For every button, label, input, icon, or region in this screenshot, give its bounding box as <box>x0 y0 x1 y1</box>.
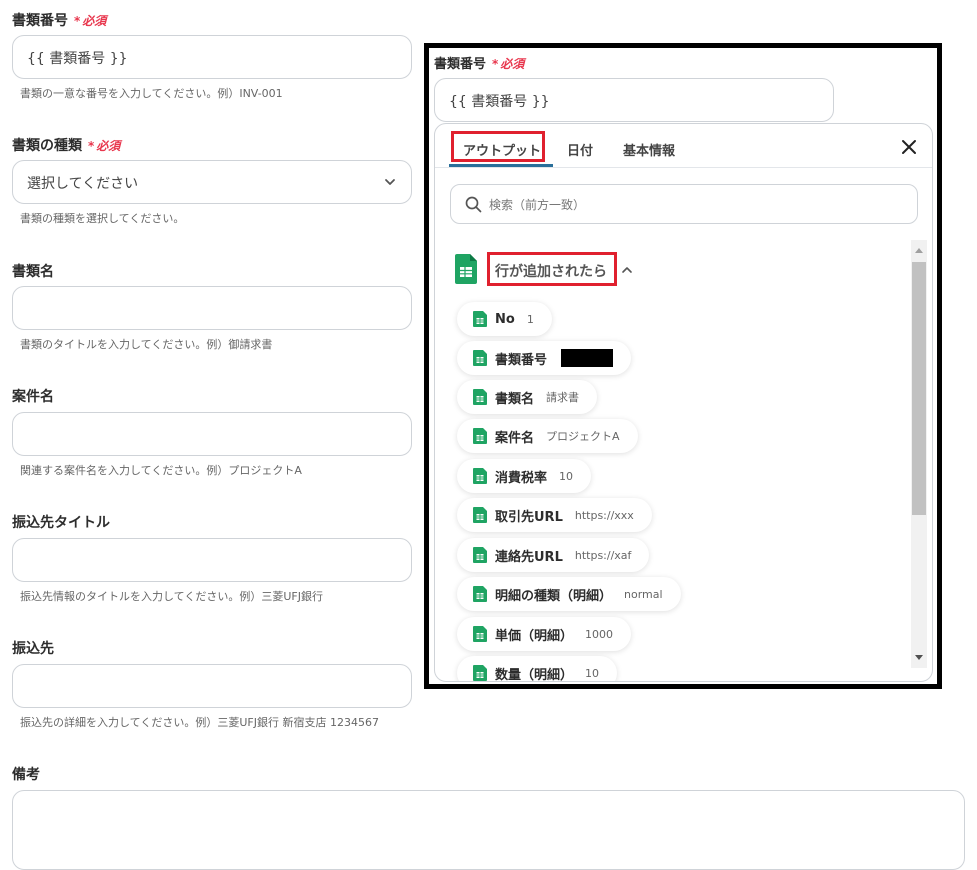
tabs-divider <box>435 167 932 168</box>
label-text: 書類番号 <box>12 13 68 29</box>
output-item-chip[interactable]: 取引先URL https://xxx <box>457 498 652 532</box>
scroll-down-arrow-icon[interactable] <box>914 654 924 662</box>
remarks-textarea[interactable] <box>12 790 965 870</box>
transfer-title-help: 振込先情報のタイトルを入力してください。例）三菱UFJ銀行 <box>20 590 323 603</box>
search-icon <box>465 196 482 213</box>
trigger-toggle[interactable]: 行が追加されたら <box>495 261 607 281</box>
case-name-input[interactable] <box>12 412 412 456</box>
field-label-doc-type: 書類の種類 * 必須 <box>12 135 120 155</box>
item-key: 連絡先URL <box>495 549 563 565</box>
variable-picker-callout: 書類番号 * 必須 {{ 書類番号 }} アウトプット 日付 基本情報 検索（前方一… <box>424 43 942 689</box>
select-value: 選択してください <box>27 176 139 192</box>
item-value: normal <box>624 587 663 601</box>
output-item-chip[interactable]: 単価（明細） 1000 <box>457 617 632 651</box>
sheets-row-icon <box>473 507 487 523</box>
item-value: 1000 <box>585 627 614 641</box>
doc-name-input[interactable] <box>12 286 412 330</box>
output-item-chip[interactable]: No 1 <box>457 302 552 336</box>
item-value: https://xaf <box>574 548 632 562</box>
sheets-row-icon <box>473 311 487 327</box>
sheets-row-icon <box>473 547 487 563</box>
chevron-down-icon <box>385 179 395 185</box>
google-sheets-icon <box>455 254 477 284</box>
item-value: 1 <box>526 312 534 326</box>
close-icon[interactable] <box>900 138 918 156</box>
transfer-dest-input[interactable] <box>12 664 412 708</box>
item-value: 請求書 <box>546 391 580 404</box>
doc-type-select[interactable]: 選択してください <box>12 160 412 204</box>
sheets-row-icon <box>473 389 487 405</box>
item-key: No <box>495 311 515 327</box>
field-label-case-name: 案件名 <box>12 389 54 405</box>
transfer-dest-help: 振込先の詳細を入力してください。例）三菱UFJ銀行 新宿支店 1234567 <box>20 716 379 729</box>
sheets-row-icon <box>473 468 487 484</box>
item-key: 数量（明細） <box>495 667 574 682</box>
chevron-up-icon[interactable] <box>621 264 633 276</box>
tab-basic-info[interactable]: 基本情報 <box>623 140 675 159</box>
tab-date[interactable]: 日付 <box>567 140 593 159</box>
output-item-chip[interactable]: 消費税率 10 <box>457 459 592 493</box>
item-key: 消費税率 <box>495 470 548 486</box>
item-value: プロジェクトA <box>546 430 620 443</box>
search-placeholder: 検索（前方一致） <box>489 198 586 212</box>
item-key: 書類番号 <box>495 352 548 368</box>
doc-number-input[interactable]: {{ 書類番号 }} <box>12 35 412 79</box>
output-item-chip[interactable]: 明細の種類（明細） normal <box>457 577 681 611</box>
item-key: 単価（明細） <box>495 628 574 644</box>
scrollbar-thumb[interactable] <box>912 262 926 515</box>
panel-doc-number-input[interactable]: {{ 書類番号 }} <box>434 78 834 122</box>
item-value: 10 <box>585 666 600 680</box>
required-badge: * 必須 <box>492 57 525 71</box>
item-value: https://xxx <box>574 508 634 522</box>
sheets-row-icon <box>473 665 487 681</box>
search-input[interactable]: 検索（前方一致） <box>450 184 918 224</box>
field-label-doc-number: 書類番号 * 必須 <box>12 10 106 30</box>
sheets-row-icon <box>473 626 487 642</box>
doc-number-help: 書類の一意な番号を入力してください。例）INV-001 <box>20 87 283 100</box>
tab-output[interactable]: アウトプット <box>463 140 541 159</box>
item-key: 書類名 <box>495 391 535 407</box>
transfer-title-input[interactable] <box>12 538 412 582</box>
sheets-row-icon <box>473 350 487 366</box>
output-item-chip[interactable]: 連絡先URL https://xaf <box>457 538 650 572</box>
item-key: 明細の種類（明細） <box>495 588 613 604</box>
label-text: 書類の種類 <box>12 138 82 154</box>
redacted-value <box>561 349 614 367</box>
sheets-row-icon <box>473 428 487 444</box>
item-key: 取引先URL <box>495 509 563 525</box>
output-item-chip[interactable]: 数量（明細） 10 <box>457 656 618 682</box>
sheets-row-icon <box>473 586 487 602</box>
item-key: 案件名 <box>495 430 535 446</box>
field-label-remarks: 備考 <box>12 767 40 783</box>
case-name-help: 関連する案件名を入力してください。例）プロジェクトA <box>20 464 302 477</box>
variable-picker-popup: アウトプット 日付 基本情報 検索（前方一致） 行が追加されたら No 1 書類番号… <box>434 123 933 682</box>
scroll-up-arrow-icon[interactable] <box>914 246 924 254</box>
doc-type-help: 書類の種類を選択してください。 <box>20 212 185 225</box>
label-text: 書類番号 <box>434 57 487 72</box>
panel-field-label: 書類番号 * 必須 <box>434 53 524 72</box>
doc-name-help: 書類のタイトルを入力してください。例）御請求書 <box>20 338 273 351</box>
field-label-transfer-title: 振込先タイトル <box>12 515 110 531</box>
item-value: 10 <box>559 469 574 483</box>
output-item-chip[interactable]: 案件名 プロジェクトA <box>457 419 638 453</box>
output-item-chip[interactable]: 書類名 請求書 <box>457 380 598 414</box>
output-item-chip[interactable]: 書類番号 <box>457 341 632 375</box>
field-label-doc-name: 書類名 <box>12 264 54 280</box>
required-badge: * 必須 <box>88 139 121 153</box>
required-badge: * 必須 <box>74 14 107 28</box>
field-label-transfer-dest: 振込先 <box>12 641 54 657</box>
